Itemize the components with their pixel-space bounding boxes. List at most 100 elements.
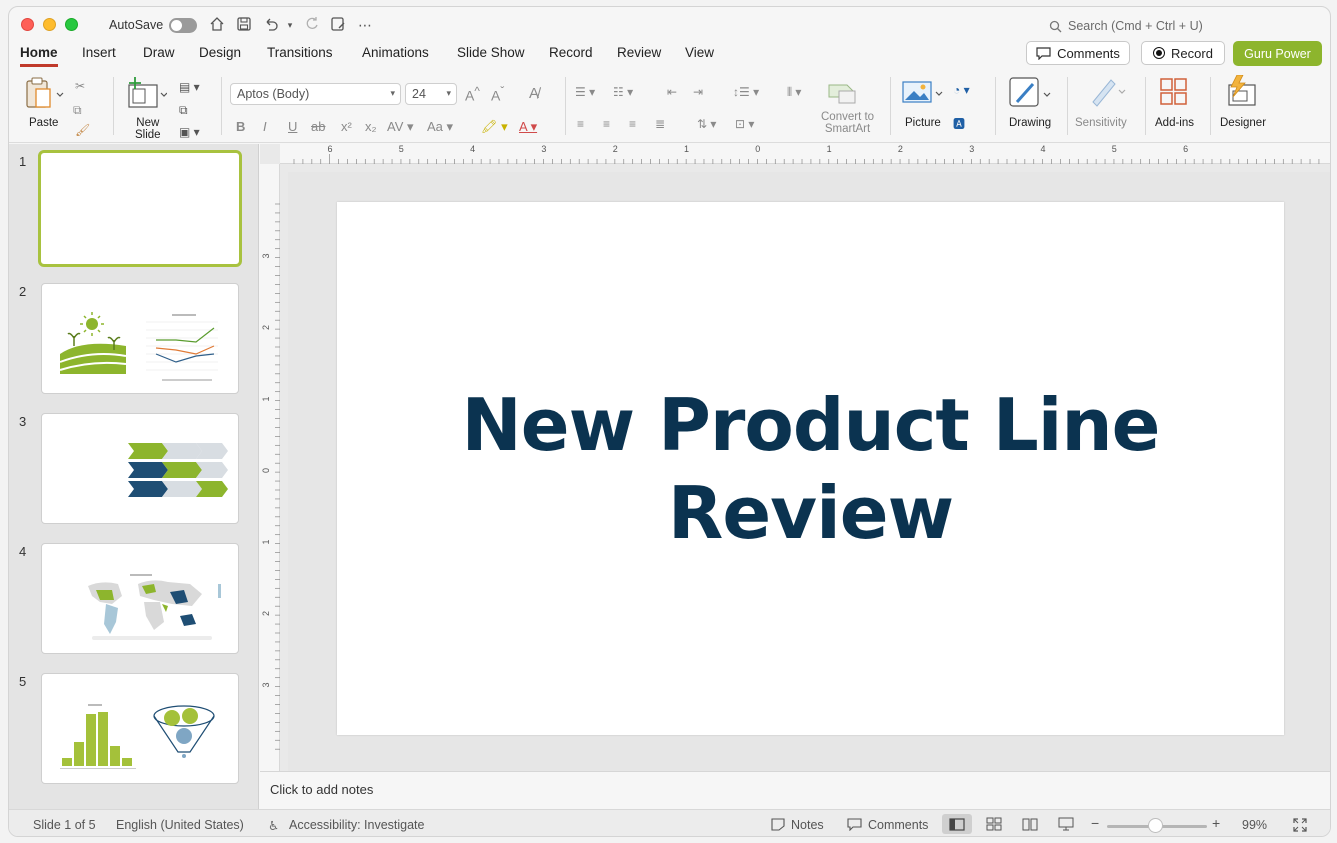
zoom-out-icon[interactable]: −: [1091, 815, 1099, 831]
align-center-icon[interactable]: ≡: [603, 117, 610, 131]
zoom-in-icon[interactable]: +: [1212, 815, 1220, 831]
guru-power-button[interactable]: Guru Power: [1233, 41, 1322, 66]
close-window-button[interactable]: [21, 18, 34, 31]
drawing-icon[interactable]: [1009, 76, 1051, 113]
tab-home[interactable]: Home: [20, 45, 58, 67]
clear-formatting-icon[interactable]: A̸: [529, 85, 539, 102]
numbering-icon[interactable]: ☷ ▾: [613, 85, 633, 99]
cut-icon[interactable]: ✂: [75, 79, 85, 93]
search-box[interactable]: Search (Cmd + Ctrl + U): [1049, 19, 1203, 33]
save-as-icon[interactable]: [329, 16, 347, 34]
change-case-icon[interactable]: Aa ▾: [427, 119, 453, 135]
strikethrough-icon[interactable]: ab: [311, 119, 325, 134]
text-direction-icon[interactable]: ⇅ ▾: [697, 117, 716, 131]
picture-icon[interactable]: [902, 79, 946, 108]
italic-icon[interactable]: I: [263, 119, 267, 134]
slide-thumbnail-1[interactable]: [38, 150, 242, 267]
format-painter-icon[interactable]: 🖌: [75, 123, 90, 137]
bullets-icon[interactable]: ☰ ▾: [575, 85, 595, 99]
accessibility-status[interactable]: Accessibility: Investigate: [289, 818, 424, 832]
section-icon[interactable]: ▣ ▾: [179, 125, 200, 139]
paste-icon[interactable]: [25, 77, 65, 114]
font-name-select[interactable]: Aptos (Body) ▾: [230, 83, 401, 105]
align-right-icon[interactable]: ≡: [629, 117, 636, 131]
save-icon[interactable]: [235, 16, 253, 34]
align-left-icon[interactable]: ≡: [577, 117, 584, 131]
redo-icon[interactable]: [303, 16, 321, 34]
language-status[interactable]: English (United States): [116, 818, 244, 832]
subscript-icon[interactable]: x₂: [365, 119, 377, 134]
tab-transitions[interactable]: Transitions: [267, 45, 333, 64]
tab-draw[interactable]: Draw: [143, 45, 175, 64]
columns-icon[interactable]: ⫴ ▾: [787, 85, 801, 100]
accessibility-icon[interactable]: ♿︎: [268, 818, 279, 833]
justify-icon[interactable]: ≣: [655, 117, 665, 131]
designer-icon[interactable]: [1225, 74, 1259, 112]
minimize-window-button[interactable]: [43, 18, 56, 31]
text-box-icon[interactable]: 🅰: [953, 115, 965, 132]
sensitivity-icon[interactable]: [1087, 76, 1127, 111]
slide-show-icon[interactable]: [1051, 814, 1081, 834]
comments-button[interactable]: Comments: [1026, 41, 1130, 65]
underline-icon[interactable]: U: [288, 119, 297, 134]
increase-font-icon[interactable]: A^: [465, 85, 480, 104]
tab-slide-show[interactable]: Slide Show: [457, 45, 525, 64]
autosave-toggle[interactable]: [169, 18, 197, 33]
decrease-indent-icon[interactable]: ⇤: [667, 85, 677, 99]
smartart-icon[interactable]: [827, 79, 859, 108]
home-icon[interactable]: [208, 16, 226, 34]
undo-dropdown-icon[interactable]: ▾: [281, 16, 299, 34]
increase-indent-icon[interactable]: ⇥: [693, 85, 703, 99]
slide-title-line2: Review: [667, 470, 954, 555]
line-spacing-icon[interactable]: ↕☰ ▾: [733, 85, 759, 99]
slide-thumbnail-2[interactable]: [41, 283, 239, 394]
font-size-select[interactable]: 24 ▾: [405, 83, 457, 105]
title-bar: AutoSave ▾ ⋯ Search (Cmd + Ctrl + U): [9, 7, 1330, 43]
notes-pane[interactable]: Click to add notes: [260, 771, 1330, 809]
align-text-icon[interactable]: ⊡ ▾: [735, 117, 754, 131]
new-slide-label-line1: New: [136, 117, 160, 129]
tab-view[interactable]: View: [685, 45, 714, 64]
notes-icon[interactable]: [771, 818, 785, 834]
new-slide-icon[interactable]: [127, 77, 168, 114]
record-button[interactable]: Record: [1141, 41, 1225, 65]
maximize-window-button[interactable]: [65, 18, 78, 31]
ribbon-tabs: Home Insert Draw Design Transitions Anim…: [9, 43, 1330, 71]
tab-animations[interactable]: Animations: [362, 45, 429, 64]
zoom-slider-handle[interactable]: [1148, 818, 1163, 833]
copy-icon[interactable]: ⧉: [73, 103, 82, 118]
record-icon: [1153, 47, 1166, 59]
reset-icon[interactable]: ⧉: [179, 103, 188, 118]
notes-button[interactable]: Notes: [791, 818, 824, 832]
tab-record[interactable]: Record: [549, 45, 593, 64]
vertical-ruler[interactable]: 3 2 1 0 1 2 3: [260, 164, 280, 771]
character-spacing-icon[interactable]: AV ▾: [387, 119, 414, 135]
reading-view-icon[interactable]: [1015, 814, 1045, 834]
ribbon-separator: [565, 77, 566, 135]
current-slide[interactable]: New Product Line Review: [337, 202, 1284, 735]
normal-view-icon[interactable]: [942, 814, 972, 834]
layout-icon[interactable]: ▤ ▾: [179, 80, 200, 94]
highlight-icon[interactable]: 🖍 ▾: [481, 119, 508, 135]
decrease-font-icon[interactable]: Aˇ: [491, 85, 504, 104]
add-ins-icon[interactable]: [1159, 77, 1189, 110]
fit-to-window-icon[interactable]: [1293, 818, 1307, 835]
slide-thumbnail-4[interactable]: [41, 543, 239, 654]
font-color-icon[interactable]: A ▾: [519, 119, 537, 135]
shapes-icon[interactable]: ◔ ▾: [953, 83, 970, 97]
bold-icon[interactable]: B: [236, 119, 245, 134]
more-commands-icon[interactable]: ⋯: [356, 16, 374, 34]
slide-sorter-icon[interactable]: [979, 814, 1009, 834]
slide-title[interactable]: New Product Line Review: [451, 381, 1171, 557]
horizontal-ruler[interactable]: 6 5 4 3 2 1 0 1 2 3 4 5 6: [280, 144, 1330, 164]
comments-status-button[interactable]: Comments: [868, 818, 928, 832]
slide-thumbnail-3[interactable]: [41, 413, 239, 524]
tab-insert[interactable]: Insert: [82, 45, 116, 64]
tab-review[interactable]: Review: [617, 45, 661, 64]
tab-design[interactable]: Design: [199, 45, 241, 64]
undo-icon[interactable]: [262, 16, 280, 34]
zoom-level[interactable]: 99%: [1242, 818, 1267, 832]
comments-status-icon[interactable]: [847, 818, 862, 834]
slide-thumbnail-5[interactable]: [41, 673, 239, 784]
superscript-icon[interactable]: x²: [341, 119, 352, 134]
